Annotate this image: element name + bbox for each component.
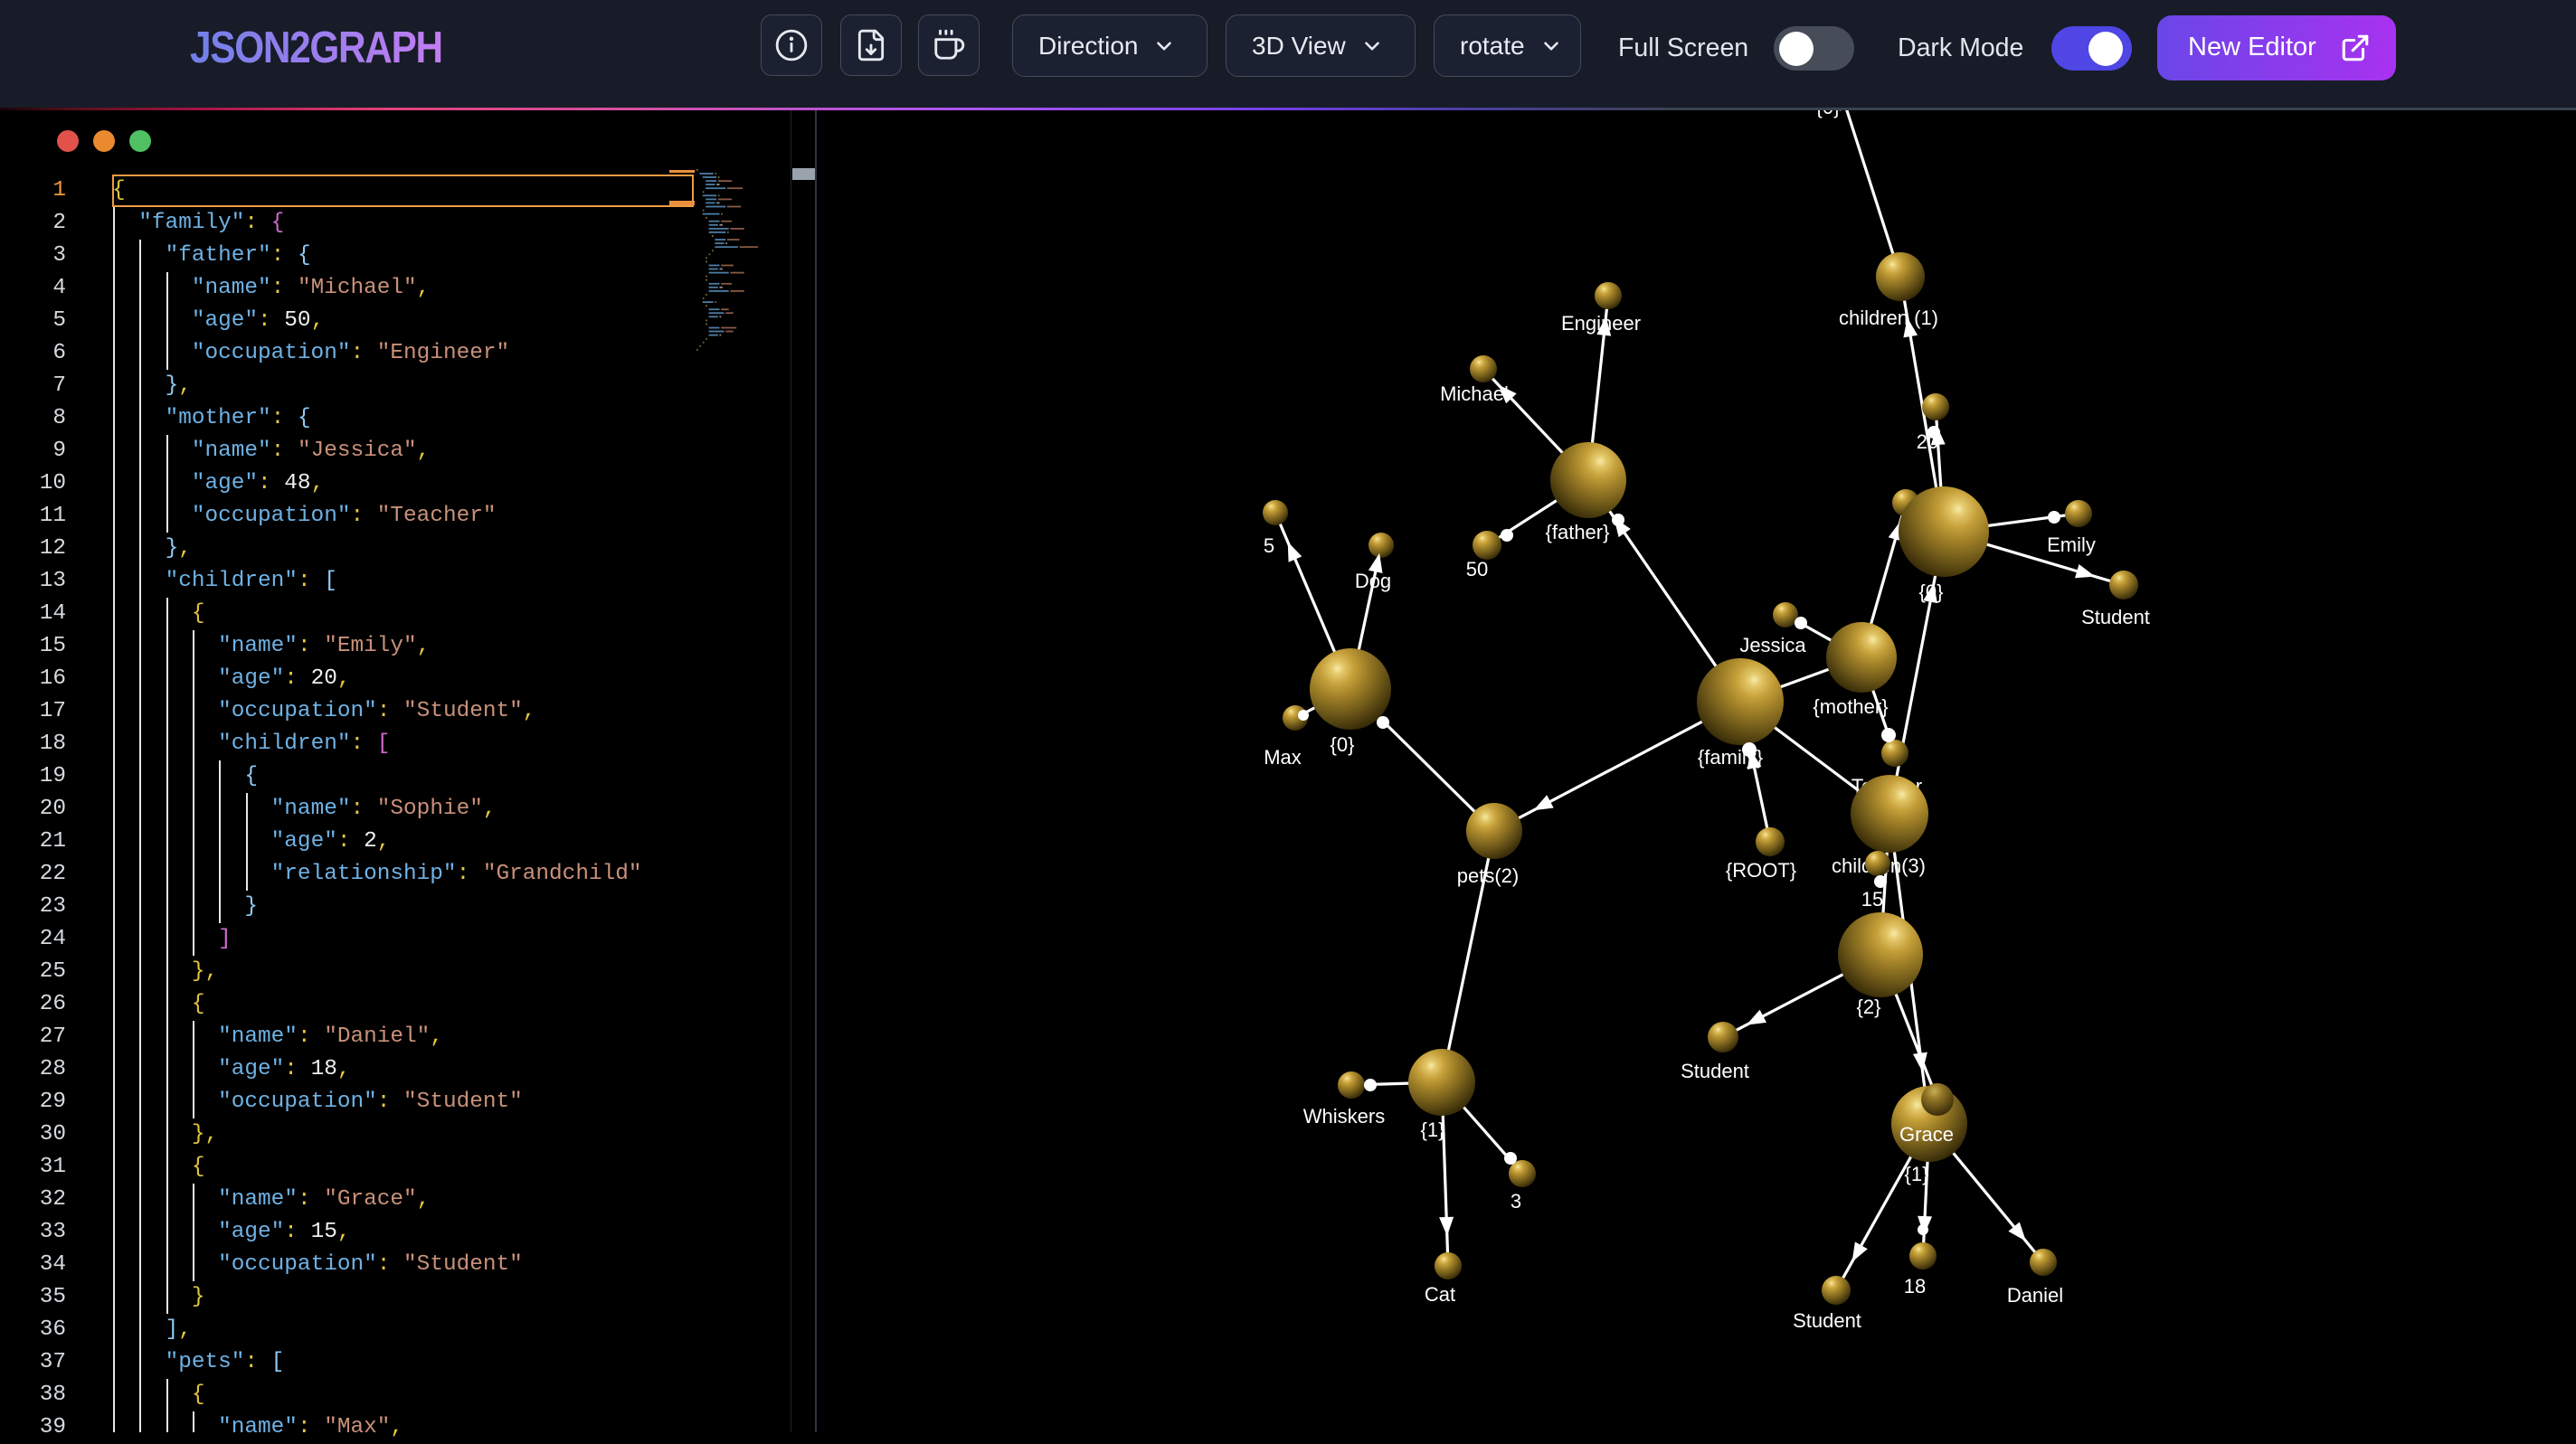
svg-text:{1}: {1}	[1905, 1163, 1929, 1185]
svg-text:{ROOT}: {ROOT}	[1726, 859, 1796, 882]
svg-text:Cat: Cat	[1425, 1283, 1455, 1306]
svg-text:15: 15	[1861, 888, 1883, 911]
svg-text:3: 3	[1511, 1190, 1521, 1213]
svg-text:children (1): children (1)	[1839, 307, 1938, 329]
svg-text:{2}: {2}	[1857, 996, 1881, 1018]
svg-text:pets(2): pets(2)	[1457, 864, 1519, 887]
svg-text:Emily: Emily	[2047, 533, 2096, 556]
svg-text:Daniel: Daniel	[2007, 1284, 2063, 1307]
svg-text:Student: Student	[2081, 606, 2150, 628]
svg-text:Whiskers: Whiskers	[1303, 1105, 1385, 1128]
svg-text:50: 50	[1466, 558, 1488, 580]
svg-text:Max: Max	[1264, 746, 1302, 769]
svg-text:5: 5	[1264, 534, 1274, 557]
svg-text:Student: Student	[1681, 1060, 1749, 1082]
svg-text:18: 18	[1904, 1275, 1926, 1298]
svg-text:{1}: {1}	[1421, 1118, 1445, 1141]
svg-text:{father}: {father}	[1546, 521, 1610, 543]
svg-text:Dog: Dog	[1355, 570, 1391, 592]
svg-text:{0}: {0}	[1331, 733, 1355, 756]
svg-text:Jessica: Jessica	[1739, 634, 1806, 656]
svg-text:Student: Student	[1793, 1309, 1861, 1332]
svg-text:Grace: Grace	[1899, 1123, 1954, 1146]
svg-text:{mother}: {mother}	[1813, 695, 1888, 718]
svg-text:Michael: Michael	[1440, 382, 1509, 405]
